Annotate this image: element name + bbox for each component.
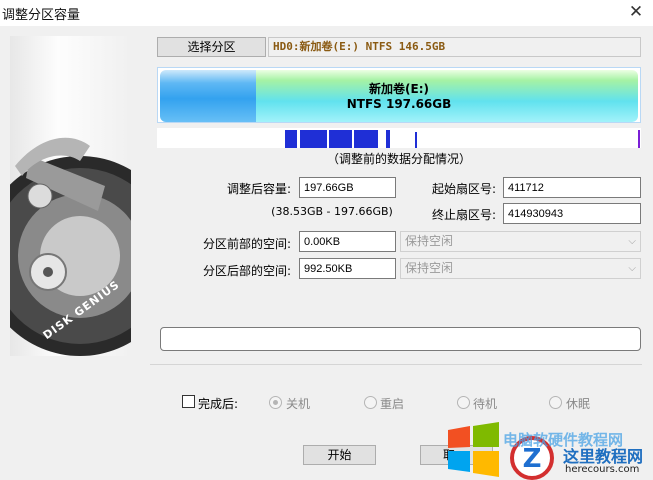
space-before-input[interactable]	[299, 231, 396, 252]
divider	[150, 364, 642, 365]
radio-standby[interactable]	[457, 396, 470, 409]
space-before-select[interactable]: 保持空闲 ⌵	[400, 231, 641, 252]
start-sector-label: 起始扇区号:	[431, 182, 496, 196]
space-after-input[interactable]	[299, 258, 396, 279]
start-sector-input[interactable]	[503, 177, 641, 198]
space-before-option: 保持空闲	[405, 234, 454, 248]
space-after-option: 保持空闲	[405, 261, 454, 275]
size-label: 调整后容量:	[226, 182, 291, 196]
close-button[interactable]: ✕	[624, 2, 648, 24]
chevron-down-icon: ⌵	[628, 236, 636, 247]
window-title: 调整分区容量	[2, 8, 81, 23]
watermark: Z 电脑软硬件教程网 这里教程网 herecours.com	[445, 420, 653, 480]
space-before-label: 分区前部的空间:	[202, 237, 291, 251]
space-after-select[interactable]: 保持空闲 ⌵	[400, 258, 641, 279]
partition-bar-label: 新加卷(E:) NTFS 197.66GB	[158, 82, 640, 112]
radio-restart-label: 重启	[380, 397, 405, 411]
allocation-caption: （调整前的数据分配情况）	[326, 152, 471, 166]
allocation-map-graphic	[285, 130, 640, 148]
progress-bar	[160, 327, 641, 351]
end-sector-label: 终止扇区号:	[431, 208, 496, 222]
title-bar: 调整分区容量 ✕	[0, 0, 653, 26]
space-after-label: 分区后部的空间:	[202, 264, 291, 278]
chevron-down-icon: ⌵	[628, 263, 636, 274]
disk-genius-banner: DISK GENIUS	[10, 36, 131, 356]
end-sector-input[interactable]	[503, 203, 641, 224]
radio-hibernate[interactable]	[549, 396, 562, 409]
size-input[interactable]	[299, 177, 396, 198]
partition-bar: 新加卷(E:) NTFS 197.66GB	[157, 67, 641, 123]
radio-hibernate-label: 休眠	[566, 397, 591, 411]
partition-bar-name: 新加卷(E:)	[369, 82, 429, 96]
radio-shutdown[interactable]	[269, 396, 282, 409]
size-range: (38.53GB - 197.66GB)	[271, 205, 393, 218]
radio-restart[interactable]	[364, 396, 377, 409]
start-button[interactable]: 开始	[303, 445, 376, 465]
partition-info: HD0:新加卷(E:) NTFS 146.5GB	[268, 37, 641, 57]
hard-disk-illustration	[10, 137, 131, 356]
radio-shutdown-label: 关机	[286, 397, 311, 411]
after-done-checkbox[interactable]	[182, 395, 195, 408]
partition-bar-size: NTFS 197.66GB	[346, 97, 452, 111]
after-done-label: 完成后:	[198, 397, 239, 411]
watermark-url: herecours.com	[565, 464, 640, 475]
radio-standby-label: 待机	[473, 397, 498, 411]
select-partition-button[interactable]: 选择分区	[157, 37, 266, 57]
data-allocation-map	[157, 128, 641, 148]
